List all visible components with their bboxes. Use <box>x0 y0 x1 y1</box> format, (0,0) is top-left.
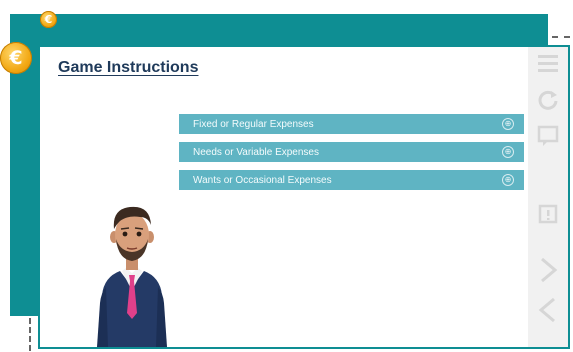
transcript-icon[interactable] <box>535 125 561 151</box>
dashed-connector <box>29 318 31 351</box>
option-label: Needs or Variable Expenses <box>193 146 319 158</box>
previous-icon[interactable] <box>535 297 561 323</box>
presenter-avatar <box>92 195 172 352</box>
option-fixed-expenses[interactable]: Fixed or Regular Expenses ⊕ <box>179 114 524 134</box>
notes-icon[interactable] <box>535 203 561 229</box>
expand-icon[interactable]: ⊕ <box>502 118 514 130</box>
page-title: Game Instructions <box>58 59 199 76</box>
dashed-connector <box>552 36 570 38</box>
option-wants-expenses[interactable]: Wants or Occasional Expenses ⊕ <box>179 170 524 190</box>
option-label: Fixed or Regular Expenses <box>193 118 314 130</box>
expand-icon[interactable]: ⊕ <box>502 174 514 186</box>
expand-icon[interactable]: ⊕ <box>502 146 514 158</box>
expense-options: Fixed or Regular Expenses ⊕ Needs or Var… <box>179 114 524 198</box>
coin-icon: € <box>0 42 32 74</box>
next-icon[interactable] <box>535 257 561 283</box>
instructions-card: Game Instructions Fixed or Regular Expen… <box>38 45 570 349</box>
coin-icon: € <box>40 11 57 28</box>
menu-icon[interactable] <box>535 53 561 79</box>
option-label: Wants or Occasional Expenses <box>193 174 332 186</box>
right-toolbar <box>528 47 568 347</box>
option-needs-expenses[interactable]: Needs or Variable Expenses ⊕ <box>179 142 524 162</box>
replay-icon[interactable] <box>535 89 561 115</box>
